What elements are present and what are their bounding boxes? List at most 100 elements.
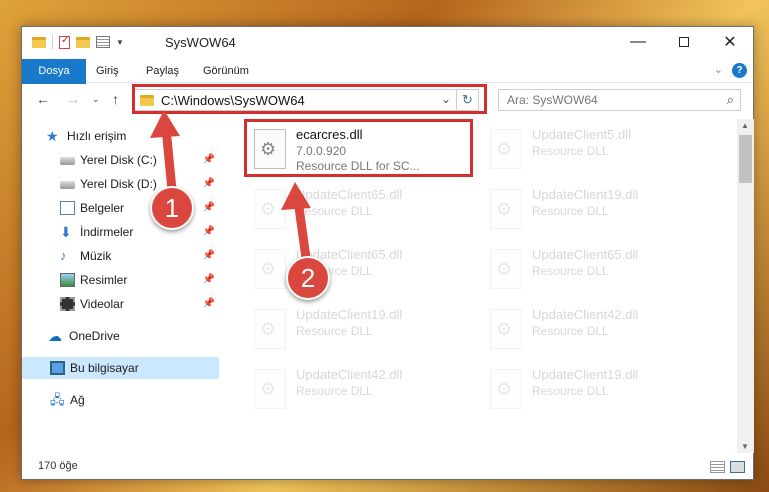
sidebar-item-disk-c[interactable]: Yerel Disk (C:) 📌 [22,149,219,171]
title-bar: ▼ SysWOW64 — ✕ [22,27,753,59]
sidebar-item-this-pc[interactable]: Bu bilgisayar [22,357,219,379]
file-item[interactable]: UpdateClient19.dll Resource DLL [484,183,709,235]
sidebar-item-videos[interactable]: Videolar 📌 [22,293,219,315]
dll-file-icon [490,129,522,169]
documents-icon [60,201,75,215]
search-icon[interactable]: ⌕ [727,92,734,108]
pictures-icon [60,273,75,287]
back-button[interactable]: ← [36,91,50,107]
tab-view[interactable]: Görünüm [203,59,249,83]
file-version: Resource DLL [296,324,373,338]
sidebar-item-label: OneDrive [69,329,120,343]
pin-icon: 📌 [202,298,215,309]
navigation-pane: ★ Hızlı erişim Yerel Disk (C:) 📌 Yerel D… [22,119,219,453]
sidebar-item-label: Ağ [70,393,85,407]
file-version: Resource DLL [296,384,373,398]
cloud-icon: ☁ [48,328,62,344]
sidebar-item-pictures[interactable]: Resimler 📌 [22,269,219,291]
file-name: UpdateClient42.dll [296,367,403,382]
highlight-box [244,119,473,177]
dll-file-icon [490,189,522,229]
file-version: Resource DLL [532,384,609,398]
file-item[interactable]: UpdateClient19.dll Resource DLL [484,363,709,415]
dll-file-icon [490,249,522,289]
sidebar-item-label: Yerel Disk (C:) [80,153,157,167]
scroll-up-icon[interactable]: ▲ [741,121,749,130]
file-name: UpdateClient5.dll [532,127,632,142]
sidebar-item-music[interactable]: ♪ Müzik 📌 [22,245,219,267]
properties-icon[interactable] [96,36,110,48]
file-item[interactable]: UpdateClient65.dll Resource DLL [248,243,473,295]
tab-share[interactable]: Paylaş [146,59,179,83]
dll-file-icon [254,249,286,289]
sidebar-item-label: Hızlı erişim [67,129,127,143]
sidebar-item-disk-d[interactable]: Yerel Disk (D:) 📌 [22,173,219,195]
scroll-down-icon[interactable]: ▼ [741,442,749,451]
ribbon-tabs: Dosya Giriş Paylaş Görünüm ⌄ ? [22,59,753,111]
help-icon[interactable]: ? [732,63,747,78]
star-icon: ★ [46,128,59,144]
large-icons-view-icon[interactable] [730,461,745,473]
pin-icon: 📌 [202,250,215,261]
up-button[interactable]: ↑ [112,91,119,107]
pin-icon: 📌 [202,154,215,165]
file-name: UpdateClient19.dll [532,367,639,382]
file-version: Resource DLL [296,204,373,218]
disk-icon [60,181,75,189]
file-item[interactable]: UpdateClient5.dll Resource DLL [484,123,709,175]
recent-locations-button[interactable]: ⌄ [92,94,100,105]
tab-home[interactable]: Giriş [96,59,119,83]
customize-toolbar-caret-icon[interactable]: ▼ [116,38,124,47]
close-button[interactable]: ✕ [707,27,753,57]
address-highlight-box [132,84,487,114]
sidebar-item-onedrive[interactable]: ☁ OneDrive [22,325,219,347]
sidebar-item-label: Yerel Disk (D:) [80,177,157,191]
properties-check-icon[interactable] [59,35,70,49]
file-version: Resource DLL [532,264,609,278]
maximize-button[interactable] [661,27,707,57]
forward-button[interactable]: → [66,91,80,107]
sidebar-item-quick-access[interactable]: ★ Hızlı erişim [22,125,219,147]
scroll-thumb[interactable] [739,135,752,183]
sidebar-item-label: Belgeler [80,201,125,215]
expand-ribbon-icon[interactable]: ⌄ [714,63,723,76]
file-item[interactable]: UpdateClient65.dll Resource DLL [248,183,473,235]
search-box[interactable]: ⌕ [498,89,741,111]
file-name: UpdateClient19.dll [296,307,403,322]
pin-icon: 📌 [202,274,215,285]
file-version: Resource DLL [532,144,609,158]
step-badge-2: 2 [286,256,330,300]
sidebar-item-network[interactable]: 🖧 Ağ [22,389,219,411]
status-bar: 170 öğe [22,457,753,479]
file-name: UpdateClient42.dll [532,307,639,322]
file-name: UpdateClient65.dll [532,247,639,262]
sidebar-item-label: İndirmeler [80,225,134,239]
file-name: UpdateClient19.dll [532,187,639,202]
dll-file-icon [254,189,286,229]
file-item[interactable]: UpdateClient42.dll Resource DLL [248,363,473,415]
file-version: Resource DLL [532,204,609,218]
search-input[interactable] [507,93,707,107]
vertical-scrollbar[interactable]: ▲ ▼ [737,119,754,453]
sidebar-item-label: Müzik [80,249,112,263]
sidebar-item-downloads[interactable]: ⬇ İndirmeler 📌 [22,221,219,243]
sidebar-item-label: Bu bilgisayar [70,361,139,375]
file-version: Resource DLL [532,324,609,338]
pin-icon: 📌 [202,202,215,213]
file-item[interactable]: UpdateClient65.dll Resource DLL [484,243,709,295]
sidebar-item-label: Resimler [80,273,128,287]
videos-icon [60,297,75,311]
network-icon: 🖧 [50,392,65,407]
new-folder-icon[interactable] [76,36,90,48]
dll-file-icon [490,369,522,409]
file-item[interactable]: UpdateClient19.dll Resource DLL [248,303,473,355]
dll-file-icon [254,309,286,349]
quick-access-toolbar: ▼ [32,35,124,49]
minimize-button[interactable]: — [615,27,661,57]
divider [52,35,53,49]
file-item[interactable]: UpdateClient42.dll Resource DLL [484,303,709,355]
details-view-icon[interactable] [710,461,725,473]
pin-icon: 📌 [202,226,215,237]
step-badge-1: 1 [150,186,194,230]
computer-icon [50,361,65,375]
